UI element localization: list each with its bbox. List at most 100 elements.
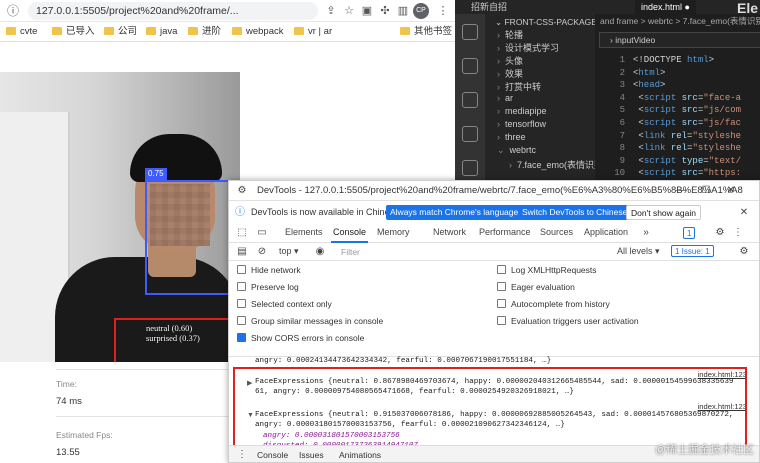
checkbox-checked[interactable] — [237, 333, 246, 342]
option-log-xhr[interactable]: Log XMLHttpRequests — [497, 265, 597, 275]
option-show-cors[interactable]: Show CORS errors in console — [237, 333, 364, 343]
drawer-tab-issues[interactable]: Issues — [299, 450, 324, 460]
close-icon[interactable]: ✕ — [724, 184, 738, 198]
code-line[interactable]: 4 <script src="face-a — [595, 92, 741, 105]
explorer-item[interactable]: › 打赏中转 — [497, 80, 541, 93]
drawer-menu-icon[interactable]: ⋮ — [235, 448, 249, 462]
sidebar-toggle-icon[interactable]: ▤ — [235, 245, 249, 259]
info-icon[interactable]: ⓘ — [6, 4, 20, 18]
bookmark-item[interactable]: 公司 — [104, 25, 137, 39]
bookmark-item[interactable]: vr | ar — [294, 25, 332, 39]
explorer-item[interactable]: › 头像 — [497, 54, 523, 67]
share-icon[interactable]: ⇪ — [324, 4, 338, 18]
bookmark-star-icon[interactable]: ☆ — [342, 4, 356, 18]
option-preserve-log[interactable]: Preserve log — [237, 282, 299, 292]
error-badge[interactable]: 1 — [683, 227, 696, 239]
checkbox[interactable] — [237, 265, 246, 274]
url-field[interactable]: 127.0.0.1:5505/project%20and%20frame/... — [28, 2, 318, 20]
tab-memory[interactable]: Memory — [377, 227, 410, 237]
console-filter-input[interactable]: Filter — [339, 245, 599, 259]
more-options-icon[interactable]: ⋮ — [731, 226, 745, 240]
code-token: < — [633, 118, 644, 128]
explorer-item[interactable]: › three — [497, 132, 526, 142]
checkbox[interactable] — [497, 282, 506, 291]
console-settings-icon[interactable]: ⚙ — [737, 245, 751, 259]
explorer-item[interactable]: › 轮播 — [497, 28, 523, 41]
tab-elements[interactable]: Elements — [285, 227, 323, 237]
bookmark-item[interactable]: webpack — [232, 25, 284, 39]
minimize-icon[interactable]: — — [674, 184, 688, 198]
bookmark-item[interactable]: 已导入 — [52, 25, 95, 39]
bookmark-item[interactable]: 其他书签 — [400, 25, 452, 39]
code-line[interactable]: 10 <script src="https: — [595, 167, 741, 180]
checkbox[interactable] — [497, 299, 506, 308]
checkbox[interactable] — [497, 265, 506, 274]
option-group-similar[interactable]: Group similar messages in console — [237, 316, 383, 326]
explorer-item[interactable]: › tensorflow — [497, 119, 546, 129]
files-icon[interactable] — [462, 24, 478, 40]
match-language-button[interactable]: Always match Chrome's language — [386, 205, 523, 220]
bookmarks-bar: cvte 已导入 公司 java 进阶 webpack vr | ar 其他书签 — [0, 22, 455, 42]
bookmark-item[interactable]: java — [146, 25, 177, 39]
code-line[interactable]: 2 <html> — [595, 67, 666, 80]
find-input[interactable]: › inputVideo — [599, 32, 760, 48]
explorer-item[interactable]: › mediapipe — [497, 106, 547, 116]
more-tabs-icon[interactable]: » — [639, 226, 653, 240]
extension-icon[interactable]: ▣ — [360, 4, 374, 18]
settings-gear-icon[interactable]: ⚙ — [713, 226, 727, 240]
option-autocomplete[interactable]: Autocomplete from history — [497, 299, 610, 309]
explorer-item[interactable]: › ar — [497, 93, 513, 103]
option-eager-eval[interactable]: Eager evaluation — [497, 282, 575, 292]
code-line[interactable]: 8 <link rel="styleshe — [595, 142, 741, 155]
close-banner-icon[interactable]: ✕ — [737, 206, 751, 220]
tab-sources[interactable]: Sources — [540, 227, 573, 237]
dont-show-button[interactable]: Don't show again — [626, 205, 701, 220]
expression-label: surprised (0.37) — [146, 333, 200, 343]
option-selected-context[interactable]: Selected context only — [237, 299, 332, 309]
checkbox[interactable] — [237, 282, 246, 291]
switch-chinese-button[interactable]: Switch DevTools to Chinese — [518, 205, 632, 220]
code-line[interactable]: 7 <link rel="styleshe — [595, 130, 741, 143]
bookmark-item[interactable]: cvte — [6, 25, 37, 39]
explorer-item[interactable]: › 效果 — [497, 67, 523, 80]
explorer-item[interactable]: ⌄ webrtc — [497, 145, 536, 156]
line-number: 6 — [619, 118, 625, 128]
drawer-tab-animations[interactable]: Animations — [339, 450, 381, 460]
context-select[interactable]: top ▾ — [279, 246, 299, 257]
editor-tab[interactable]: 招新自招 — [465, 0, 513, 14]
option-hide-network[interactable]: Hide network — [237, 265, 301, 275]
tab-performance[interactable]: Performance — [479, 227, 531, 237]
extensions-icon[interactable] — [462, 160, 478, 176]
search-icon[interactable] — [462, 58, 478, 74]
device-toggle-icon[interactable]: ▭ — [255, 226, 269, 240]
issues-badge[interactable]: 1 Issue: 1 — [671, 245, 714, 257]
checkbox[interactable] — [237, 316, 246, 325]
clear-console-icon[interactable]: ⊘ — [255, 245, 269, 259]
code-line[interactable]: 6 <script src="js/fac — [595, 117, 741, 130]
puzzle-icon[interactable]: ✣ — [378, 4, 392, 18]
maximize-icon[interactable]: ☐ — [699, 184, 713, 198]
sidebar-icon[interactable]: ▥ — [396, 4, 410, 18]
log-levels-select[interactable]: All levels ▾ — [617, 246, 660, 257]
drawer-tab-console[interactable]: Console — [257, 450, 288, 460]
debug-icon[interactable] — [462, 126, 478, 142]
tab-console[interactable]: Console — [330, 227, 369, 243]
tab-application[interactable]: Application — [584, 227, 628, 237]
code-line[interactable]: 9 <script type="text/ — [595, 155, 741, 168]
source-control-icon[interactable] — [462, 92, 478, 108]
avatar[interactable]: CP — [413, 3, 429, 19]
explorer-item[interactable]: › 7.face_emo(表情识别) — [509, 158, 606, 171]
bookmark-item[interactable]: 进阶 — [188, 25, 221, 39]
checkbox[interactable] — [237, 299, 246, 308]
checkbox[interactable] — [497, 316, 506, 325]
code-line[interactable]: 3 <head> — [595, 79, 666, 92]
explorer-item[interactable]: › 设计模式学习 — [497, 41, 559, 54]
code-line[interactable]: 1 <!DOCTYPE html> — [595, 54, 714, 67]
inspect-icon[interactable]: ⬚ — [235, 226, 249, 240]
code-line[interactable]: 5 <script src="js/com — [595, 104, 741, 117]
editor-tab-active[interactable]: index.html ● — [635, 0, 696, 14]
more-menu-icon[interactable]: ⋮ — [436, 4, 450, 18]
eye-icon[interactable]: ◉ — [313, 245, 327, 259]
option-eval-triggers[interactable]: Evaluation triggers user activation — [497, 316, 639, 326]
tab-network[interactable]: Network — [433, 227, 466, 237]
